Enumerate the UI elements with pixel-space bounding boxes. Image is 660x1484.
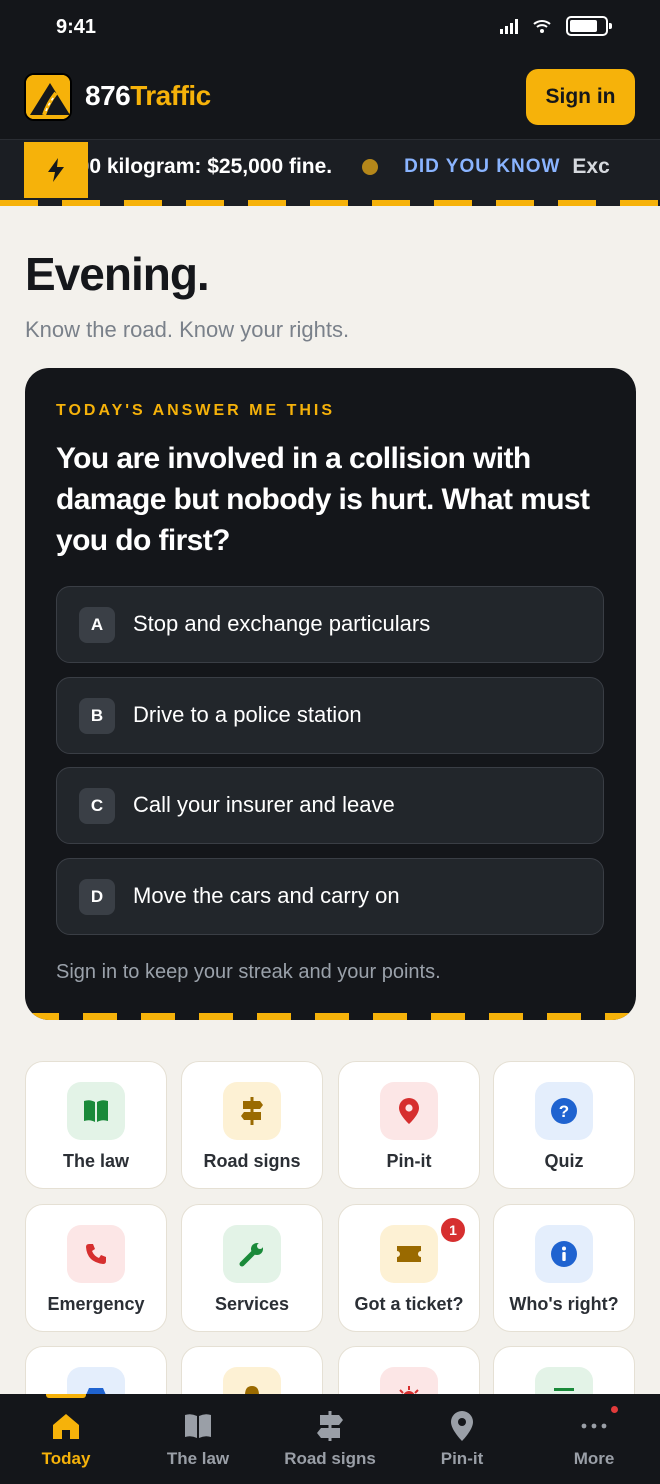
tile-pin-it[interactable]: Pin-it [338, 1061, 480, 1189]
status-icons [500, 16, 612, 36]
nav-label: More [573, 1449, 615, 1468]
map-pin-icon [380, 1082, 438, 1140]
quiz-question: You are involved in a collision with dam… [56, 442, 590, 557]
nav-label: Pin-it [440, 1449, 484, 1468]
book-icon [67, 1082, 125, 1140]
answer-letter: D [79, 879, 115, 915]
ellipsis-icon [578, 1410, 610, 1442]
nav-label: Today [41, 1449, 91, 1468]
status-time: 9:41 [56, 16, 97, 38]
book-icon [182, 1410, 214, 1442]
bottom-navigation: Today The law Road signs Pin-it More [0, 1394, 660, 1484]
nav-the-law[interactable]: The law [132, 1394, 264, 1484]
nav-label: Road signs [284, 1449, 376, 1468]
ticker-text: 000 kilogram: $25,000 fine. [88, 155, 333, 178]
answer-option-d[interactable]: D Move the cars and carry on [56, 858, 604, 935]
answer-text: Drive to a police station [133, 702, 362, 727]
tile-the-law[interactable]: The law [25, 1061, 167, 1189]
daily-quiz-card: TODAY'S ANSWER ME THIS You are involved … [25, 368, 636, 1020]
ticker-track: 000 kilogram: $25,000 fine. DID YOU KNOW… [88, 140, 636, 198]
page-subtitle: Know the road. Know your rights. [25, 317, 350, 342]
battery-icon [566, 16, 612, 36]
signpost-icon [223, 1082, 281, 1140]
phone-icon [67, 1225, 125, 1283]
answer-option-b[interactable]: B Drive to a police station [56, 677, 604, 754]
news-ticker[interactable]: 000 kilogram: $25,000 fine. DID YOU KNOW… [0, 140, 660, 206]
nav-label: The law [166, 1449, 230, 1468]
nav-more[interactable]: More [528, 1394, 660, 1484]
question-icon: ? [535, 1082, 593, 1140]
ticker-label: DID YOU KNOW [404, 156, 561, 177]
tile-label: Quiz [544, 1151, 584, 1171]
home-icon [50, 1410, 82, 1442]
quiz-footer-note: Sign in to keep your streak and your poi… [56, 961, 441, 983]
hazard-stripe [25, 1013, 636, 1020]
answer-option-a[interactable]: A Stop and exchange particulars [56, 586, 604, 663]
answer-letter: B [79, 698, 115, 734]
answer-text: Move the cars and carry on [133, 883, 400, 908]
map-pin-icon [446, 1410, 478, 1442]
ticker-separator-dot [362, 159, 379, 175]
tile-label: Who's right? [509, 1294, 619, 1314]
ticker-inner: 000 kilogram: $25,000 fine. DID YOU KNOW… [88, 155, 610, 179]
answer-text: Call your insurer and leave [133, 792, 395, 817]
notification-badge: 1 [438, 1215, 468, 1245]
wrench-icon [223, 1225, 281, 1283]
answer-letter: C [79, 788, 115, 824]
brand-part-2: Traffic [130, 80, 211, 111]
info-icon [535, 1225, 593, 1283]
tile-services[interactable]: Services [181, 1204, 323, 1332]
brand-name: 876Traffic [85, 80, 211, 112]
tile-label: Services [214, 1294, 290, 1314]
tile-quiz[interactable]: ? Quiz [493, 1061, 635, 1189]
cellular-signal-icon [500, 18, 518, 34]
answer-letter: A [79, 607, 115, 643]
signpost-icon [314, 1410, 346, 1442]
tile-label: The law [62, 1151, 129, 1171]
quiz-eyebrow: TODAY'S ANSWER ME THIS [56, 402, 336, 419]
tile-label: Road signs [203, 1151, 301, 1171]
ticker-text-next: Exc [572, 155, 610, 178]
notification-dot [611, 1406, 618, 1413]
svg-text:?: ? [559, 1102, 569, 1121]
nav-today[interactable]: Today [0, 1394, 132, 1484]
brand-part-1: 876 [85, 80, 131, 111]
app-header: 876Traffic Sign in [0, 56, 660, 140]
page-title: Evening. [25, 248, 210, 300]
sign-in-button[interactable]: Sign in [526, 69, 635, 125]
ticket-icon [380, 1225, 438, 1283]
answer-text: Stop and exchange particulars [133, 611, 431, 636]
wifi-icon [533, 20, 551, 33]
nav-road-signs[interactable]: Road signs [264, 1394, 396, 1484]
answer-option-c[interactable]: C Call your insurer and leave [56, 767, 604, 844]
tile-emergency[interactable]: Emergency [25, 1204, 167, 1332]
tile-whos-right[interactable]: Who's right? [493, 1204, 635, 1332]
tile-road-signs[interactable]: Road signs [181, 1061, 323, 1189]
tile-label: Emergency [47, 1294, 145, 1314]
lightning-icon [24, 142, 88, 198]
nav-pin-it[interactable]: Pin-it [396, 1394, 528, 1484]
tile-label: Pin-it [386, 1151, 432, 1171]
tile-label: Got a ticket? [354, 1294, 464, 1314]
status-bar: 9:41 [0, 0, 660, 56]
tile-got-a-ticket[interactable]: 1 Got a ticket? [338, 1204, 480, 1332]
hazard-stripe [0, 200, 660, 206]
app-logo-icon[interactable] [24, 73, 72, 121]
